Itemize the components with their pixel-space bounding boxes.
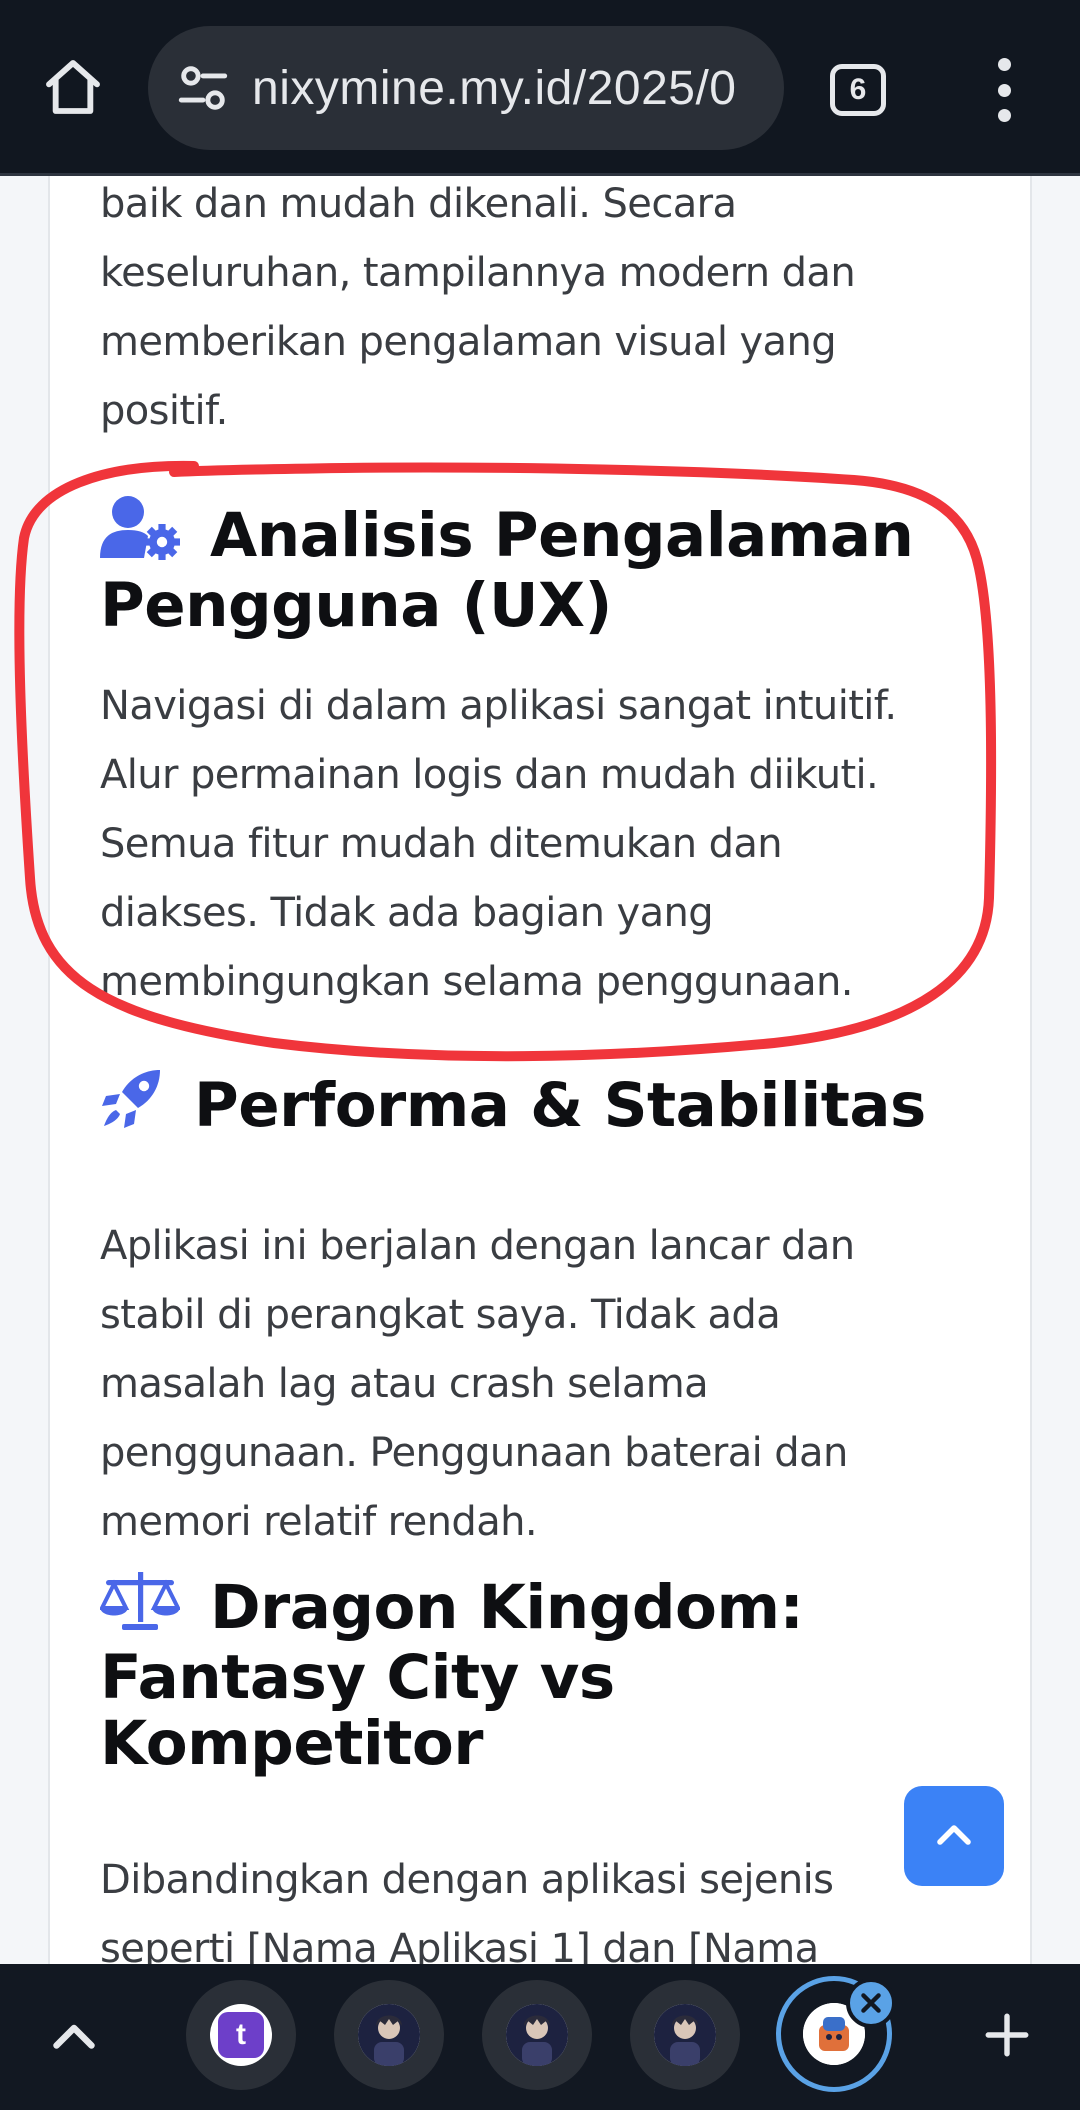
text-line: memori relatif rendah. [100, 1499, 538, 1545]
text-line: Navigasi di dalam aplikasi sangat intuit… [100, 683, 897, 729]
home-button[interactable] [36, 50, 110, 124]
game-avatar-icon [358, 2004, 420, 2066]
scale-balance-icon [98, 1570, 182, 1645]
new-tab-icon[interactable] [982, 2010, 1032, 2060]
tab-chip[interactable]: t [186, 1980, 296, 2090]
intro-paragraph: baik dan mudah dikenali. Secara keseluru… [100, 170, 1000, 446]
more-options-icon[interactable] [980, 58, 1028, 122]
section-heading-performance: Performa & Stabilitas [100, 1066, 1000, 1143]
favicon: t [210, 2004, 272, 2066]
heading-line: Fantasy City vs [100, 1642, 615, 1713]
scroll-to-top-button[interactable] [904, 1786, 1004, 1886]
text-line: memberikan pengalaman visual yang [100, 319, 837, 365]
text-line: penggunaan. Penggunaan baterai dan [100, 1430, 848, 1476]
ux-paragraph: Navigasi di dalam aplikasi sangat intuit… [100, 672, 1000, 1017]
rocket-icon [100, 1066, 164, 1143]
performance-paragraph: Aplikasi ini berjalan dengan lancar dan … [100, 1212, 1000, 1557]
tab-chip[interactable] [482, 1980, 592, 2090]
article-content: baik dan mudah dikenali. Secara keseluru… [48, 176, 1032, 1972]
text-line: masalah lag atau crash selama [100, 1361, 709, 1407]
game-avatar-icon [506, 2004, 568, 2066]
home-icon [46, 60, 100, 114]
text-line: diakses. Tidak ada bagian yang [100, 890, 714, 936]
text-line: Semua fitur mudah ditemukan dan [100, 821, 783, 867]
tab-switcher-button[interactable]: 6 [830, 64, 886, 116]
text-line: membingungkan selama penggunaan. [100, 959, 854, 1005]
text-line: Alur permainan logis dan mudah diikuti. [100, 752, 879, 798]
heading-line: Dragon Kingdom: [210, 1572, 804, 1643]
address-bar[interactable]: nixymine.my.id/2025/0 [148, 26, 784, 150]
heading-line: Kompetitor [100, 1708, 483, 1779]
close-tab-button[interactable] [846, 1978, 896, 2028]
text-line: positif. [100, 388, 228, 434]
text-line: stabil di perangkat saya. Tidak ada [100, 1292, 781, 1338]
site-settings-icon[interactable] [174, 59, 232, 117]
user-gear-icon [100, 494, 180, 573]
section-heading-comparison: Dragon Kingdom: Fantasy City vs Kompetit… [98, 1570, 1000, 1779]
expand-tabs-icon[interactable] [44, 2008, 104, 2068]
chevron-up-icon [937, 1825, 971, 1845]
url-text[interactable]: nixymine.my.id/2025/0 [252, 61, 737, 116]
heading-line: Analisis Pengalaman [210, 500, 914, 571]
close-icon [861, 1993, 881, 2013]
game-avatar-icon [654, 2004, 716, 2066]
tab-chip[interactable] [334, 1980, 444, 2090]
heading-line: Pengguna (UX) [100, 570, 612, 641]
text-line: baik dan mudah dikenali. Secara [100, 181, 737, 227]
text-line: Aplikasi ini berjalan dengan lancar dan [100, 1223, 855, 1269]
tab-chip[interactable] [630, 1980, 740, 2090]
text-line: Dibandingkan dengan aplikasi sejenis [100, 1857, 834, 1903]
tab-strip: t [0, 1964, 1080, 2110]
tab-favicon-letter: t [218, 2012, 264, 2058]
browser-toolbar: nixymine.my.id/2025/0 6 [0, 0, 1080, 176]
text-line: keseluruhan, tampilannya modern dan [100, 250, 856, 296]
heading-line: Performa & Stabilitas [194, 1070, 926, 1141]
section-heading-ux: Analisis Pengalaman Pengguna (UX) [100, 494, 1000, 639]
